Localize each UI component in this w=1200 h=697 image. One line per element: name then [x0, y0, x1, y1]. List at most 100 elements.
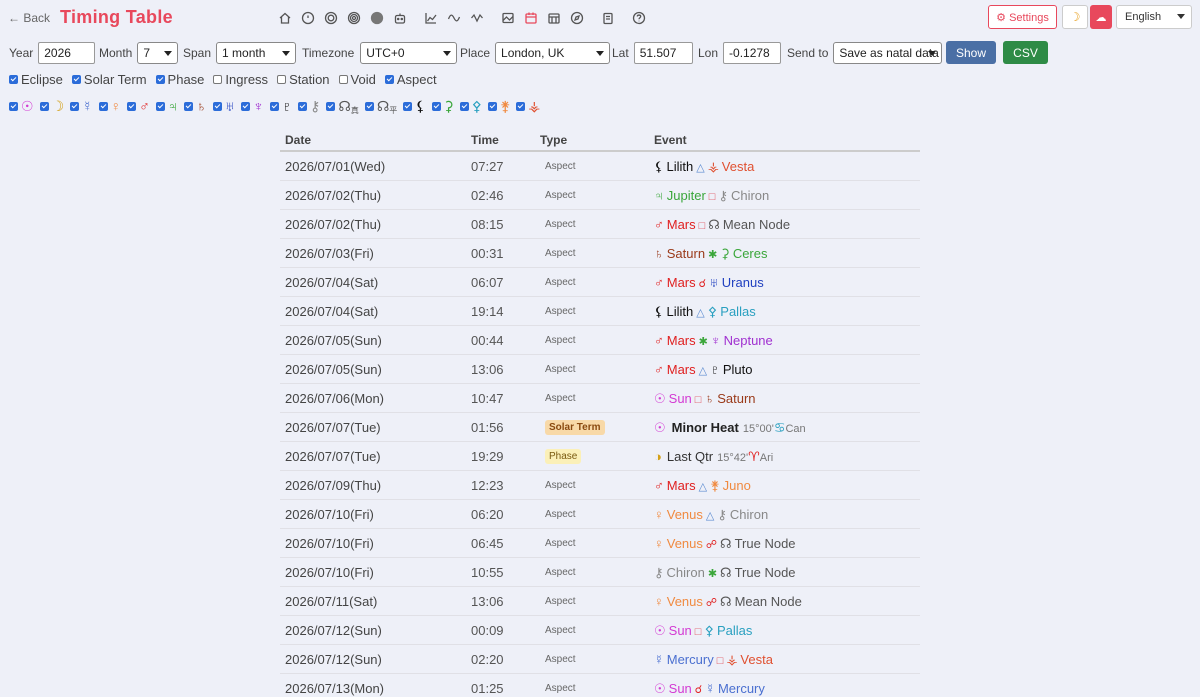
table-row[interactable]: 2026/07/10(Fri) 10:55 Aspect ⚷ Chiron ✱ ☊ True …: [280, 558, 920, 587]
planet-filter[interactable]: ♆: [241, 99, 264, 113]
table-row[interactable]: 2026/07/10(Fri) 06:20 Aspect ♀ Venus △ ⚷ Chiron: [280, 500, 920, 529]
filter-checkbox[interactable]: [155, 74, 165, 84]
planet-checkbox[interactable]: [155, 101, 165, 111]
table-row[interactable]: 2026/07/05(Sun) 00:44 Aspect ♂ Mars ✱ ♆ Neptune: [280, 326, 920, 355]
filter-checkbox[interactable]: [71, 74, 81, 84]
table-row[interactable]: 2026/07/07(Tue) 01:56 Solar Term ☉ Minor Hea…: [280, 413, 920, 442]
filter-checkbox[interactable]: [277, 74, 287, 84]
planet-checkbox[interactable]: [212, 101, 222, 111]
settings-button[interactable]: ⚙ Settings: [988, 5, 1057, 29]
planet-checkbox[interactable]: [298, 101, 308, 111]
planet-checkbox[interactable]: [403, 101, 413, 111]
planet-filter[interactable]: ☉: [9, 99, 34, 113]
filter-eclipse[interactable]: Eclipse: [9, 72, 63, 87]
planet-checkbox[interactable]: [269, 101, 279, 111]
table-row[interactable]: 2026/07/01(Wed) 07:27 Aspect ⚸ Lilith △ ⚶ Vesta: [280, 152, 920, 181]
planet-filter[interactable]: ⚷: [298, 99, 320, 113]
rings-icon[interactable]: [347, 10, 361, 26]
year-input[interactable]: 2026: [38, 42, 96, 64]
table-row[interactable]: 2026/07/04(Sat) 19:14 Aspect ⚸ Lilith △ ⚴ Palla…: [280, 297, 920, 326]
planet-filter[interactable]: ♃: [155, 99, 178, 113]
table-row[interactable]: 2026/07/12(Sun) 00:09 Aspect ☉ Sun □ ⚴ Pallas: [280, 616, 920, 645]
table-row[interactable]: 2026/07/02(Thu) 02:46 Aspect ♃ Jupiter □ ⚷ Chir…: [280, 181, 920, 210]
filter-checkbox[interactable]: [9, 74, 18, 84]
filter-phase[interactable]: Phase: [155, 72, 204, 87]
calendar-icon[interactable]: [524, 10, 538, 26]
planet-checkbox[interactable]: [70, 101, 80, 111]
clock-icon[interactable]: [301, 10, 315, 26]
planet-checkbox[interactable]: [326, 101, 336, 111]
robot-icon[interactable]: [393, 10, 407, 26]
send-to-select[interactable]: Save as natal data: [833, 42, 943, 64]
calendar-grid-icon[interactable]: [547, 10, 561, 26]
lon-input[interactable]: -0.1278: [723, 42, 782, 64]
planet-filter[interactable]: ⚴: [459, 99, 482, 113]
line-chart-icon[interactable]: [424, 10, 438, 26]
filter-station[interactable]: Station: [277, 72, 330, 87]
planet-checkbox[interactable]: [459, 101, 469, 111]
place-select[interactable]: London, UK: [495, 42, 611, 64]
planet-filter[interactable]: ⚳: [431, 99, 454, 113]
filter-checkbox[interactable]: [213, 74, 223, 84]
signal-wave-icon[interactable]: [470, 10, 484, 26]
table-row[interactable]: 2026/07/07(Tue) 19:29 Phase ◑ Last Qtr 15°42'…: [280, 442, 920, 471]
planet-checkbox[interactable]: [488, 101, 498, 111]
back-link[interactable]: ← Back: [8, 11, 50, 25]
help-icon[interactable]: [632, 10, 646, 26]
planet-filter[interactable]: ☿: [70, 99, 93, 113]
cloud-button[interactable]: ☁: [1090, 5, 1112, 29]
wave-icon[interactable]: [447, 10, 461, 26]
planet-filter[interactable]: ♅: [212, 99, 235, 113]
table-row[interactable]: 2026/07/03(Fri) 00:31 Aspect ♄ Saturn ✱ ⚳ Ceres: [280, 239, 920, 268]
table-row[interactable]: 2026/07/09(Thu) 12:23 Aspect ♂ Mars △ ⚵ Juno: [280, 471, 920, 500]
table-row[interactable]: 2026/07/11(Sat) 13:06 Aspect ♀ Venus ☍ ☊ Mean N…: [280, 587, 920, 616]
planet-checkbox[interactable]: [241, 101, 251, 111]
planet-checkbox[interactable]: [98, 101, 108, 111]
table-row[interactable]: 2026/07/12(Sun) 02:20 Aspect ☿ Mercury □ ⚶ Vest…: [280, 645, 920, 674]
moon-theme-button[interactable]: ☽: [1062, 5, 1088, 29]
show-button[interactable]: Show: [946, 41, 996, 64]
table-row[interactable]: 2026/07/05(Sun) 13:06 Aspect ♂ Mars △ ♇ Pluto: [280, 355, 920, 384]
filter-ingress[interactable]: Ingress: [213, 72, 268, 87]
planet-filter[interactable]: ♇: [269, 99, 292, 113]
table-row[interactable]: 2026/07/10(Fri) 06:45 Aspect ♀ Venus ☍ ☊ True N…: [280, 529, 920, 558]
planet-checkbox[interactable]: [431, 101, 441, 111]
planet-checkbox[interactable]: [184, 101, 194, 111]
span-select[interactable]: 1 month: [216, 42, 297, 64]
table-row[interactable]: 2026/07/02(Thu) 08:15 Aspect ♂ Mars □ ☊ Mean No…: [280, 210, 920, 239]
planet-filter[interactable]: ♀: [98, 99, 121, 113]
filter-void[interactable]: Void: [338, 72, 376, 87]
filled-circle-icon[interactable]: [370, 10, 384, 26]
timezone-select[interactable]: UTC+0: [360, 42, 458, 64]
planet-filter[interactable]: ☽: [39, 99, 64, 113]
filter-checkbox[interactable]: [384, 74, 394, 84]
home-icon[interactable]: [278, 10, 292, 26]
table-row[interactable]: 2026/07/13(Mon) 01:25 Aspect ☉ Sun ☌ ☿ Mercury: [280, 674, 920, 697]
filter-aspect[interactable]: Aspect: [384, 72, 437, 87]
planet-checkbox[interactable]: [127, 101, 137, 111]
planet-filter[interactable]: ⚵: [488, 99, 510, 113]
planet-filter[interactable]: ☊ 真: [326, 99, 359, 115]
planet-filter[interactable]: ♂: [127, 99, 150, 113]
planet-filter[interactable]: ⚸: [403, 99, 426, 113]
planet-checkbox[interactable]: [39, 101, 49, 111]
compass-icon[interactable]: [570, 10, 584, 26]
table-row[interactable]: 2026/07/06(Mon) 10:47 Aspect ☉ Sun □ ♄ Saturn: [280, 384, 920, 413]
month-select[interactable]: 7: [137, 42, 179, 64]
target-icon[interactable]: [324, 10, 338, 26]
planet-checkbox[interactable]: [9, 101, 18, 111]
image-icon[interactable]: [501, 10, 515, 26]
language-select[interactable]: English: [1116, 5, 1192, 29]
planet-filter[interactable]: ⚶: [516, 99, 540, 113]
planet-filter[interactable]: ☊ 平: [364, 99, 397, 115]
filter-checkbox[interactable]: [338, 74, 348, 84]
clipboard-icon[interactable]: [601, 10, 615, 26]
planet-filter[interactable]: ♄: [184, 99, 207, 113]
csv-button[interactable]: CSV: [1003, 41, 1048, 64]
lat-input[interactable]: 51.507: [633, 42, 693, 64]
filter-solar-term[interactable]: Solar Term: [71, 72, 147, 87]
planet-name: Venus: [666, 594, 703, 609]
table-row[interactable]: 2026/07/04(Sat) 06:07 Aspect ♂ Mars ☌ ♅ Uranus: [280, 268, 920, 297]
planet-checkbox[interactable]: [364, 101, 374, 111]
planet-checkbox[interactable]: [516, 101, 526, 111]
